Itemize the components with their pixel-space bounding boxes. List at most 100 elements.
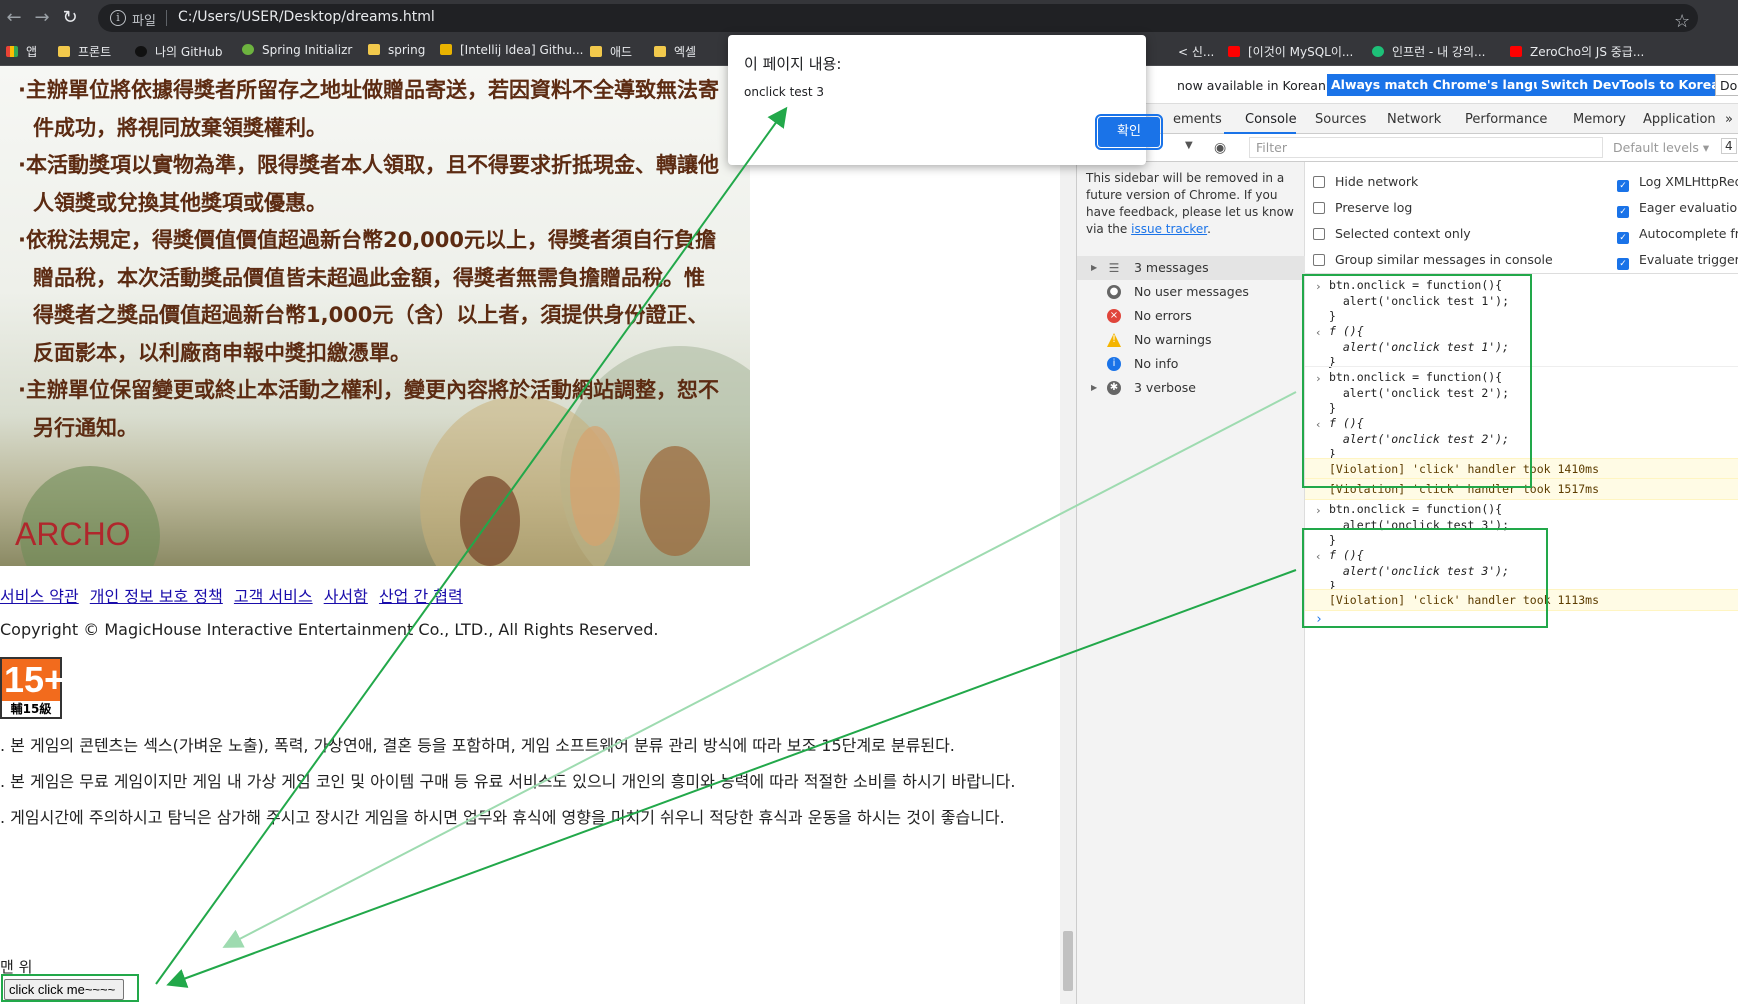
page-scrollbar[interactable] [1060, 66, 1076, 1004]
sidebar-item-errors[interactable]: × No errors [1077, 304, 1305, 328]
tab-memory[interactable]: Memory [1573, 112, 1626, 127]
annotation-box [1, 974, 139, 1002]
bookmark-youtube[interactable]: [이것이 MySQL이... [1228, 43, 1353, 60]
bookmark-apps[interactable]: 앱 [6, 43, 37, 60]
expand-triangle-icon[interactable]: ▶ [1091, 376, 1097, 400]
bookmark-folder[interactable]: 프론트 [58, 43, 111, 60]
hero-banner: ·主辦單位將依據得獎者所留存之地址做贈品寄送，若因資料不全導致無法寄件成功，將視… [0, 66, 750, 566]
sidebar-deprecation-note: This sidebar will be removed in a future… [1086, 171, 1294, 236]
url-separator [166, 10, 167, 26]
inflearn-icon [1372, 46, 1384, 57]
notice-text: . 본 게임은 무료 게임이지만 게임 내 가상 게임 코인 및 아이템 구매 … [0, 772, 1016, 791]
error-icon: × [1107, 309, 1121, 323]
brand-logo: ARCHO [15, 516, 131, 552]
sidebar-item-info[interactable]: i No info [1077, 352, 1305, 376]
tab-network[interactable]: Network [1387, 112, 1441, 127]
console-settings: Hide network Preserve log Selected conte… [1305, 162, 1738, 274]
tab-elements[interactable]: ements [1173, 112, 1222, 127]
evaluate-triggers-checkbox[interactable]: ✓ Evaluate triggers [1617, 252, 1738, 270]
notice-text: . 본 게임의 콘텐츠는 섹스(가벼운 노출), 폭력, 가상연애, 결혼 등을… [0, 736, 955, 755]
issues-counter[interactable]: 4 [1721, 138, 1737, 154]
bug-icon: ✱ [1107, 381, 1121, 395]
log-xhr-checkbox[interactable]: ✓ Log XMLHttpReq [1617, 174, 1738, 192]
bookmark-intellij[interactable]: [Intellij Idea] Githu... [440, 43, 583, 57]
language-banner: now available in Korean! Always match Ch… [1077, 66, 1738, 104]
event-terms: ·主辦單位將依據得獎者所留存之地址做贈品寄送，若因資料不全導致無法寄件成功，將視… [18, 72, 724, 447]
link-support[interactable]: 고객 서비스 [234, 587, 313, 606]
footer-links: 서비스 약관 개인 정보 보호 정책 고객 서비스 사서함 산업 간 협력 [0, 583, 469, 607]
alert-message: onclick test 3 [744, 85, 825, 99]
forward-arrow-icon[interactable]: → [30, 6, 54, 30]
live-expression-eye-icon[interactable]: ◉ [1214, 140, 1226, 156]
input-chevron-icon: › [1315, 504, 1322, 517]
url-scheme: 파일 [132, 14, 156, 29]
browser-toolbar: ← → ↻ i 파일 C:/Users/USER/Desktop/dreams.… [0, 0, 1738, 36]
event-term: ·本活動獎項以實物為準，限得獎者本人領取，且不得要求折抵現金、轉讓他人領獎或兌換… [18, 153, 719, 215]
bookmark-github[interactable]: 나의 GitHub [135, 43, 222, 60]
link-mailbox[interactable]: 사서함 [324, 587, 368, 606]
bookmark-star-icon[interactable]: ☆ [1674, 10, 1698, 34]
url-text[interactable]: C:/Users/USER/Desktop/dreams.html [178, 9, 435, 25]
log-levels-dropdown[interactable]: Default levels ▾ [1613, 140, 1709, 155]
bookmark-spring[interactable]: spring [368, 43, 425, 57]
hero-character [640, 446, 710, 556]
event-term: ·依稅法規定，得獎價值價值超過新台幣20,000元以上，得獎者須自行負擔贈品稅，… [18, 228, 717, 365]
link-privacy[interactable]: 개인 정보 보호 정책 [90, 587, 223, 606]
folder-icon [590, 46, 602, 57]
rating-label: 輔15級 [10, 702, 52, 716]
age-rating-badge: 15+ 輔15級 [0, 657, 66, 719]
bookmark-item[interactable]: < 신... [1178, 43, 1214, 60]
context-dropdown-icon[interactable]: ▼ [1185, 140, 1193, 151]
eager-evaluation-checkbox[interactable]: ✓ Eager evaluation [1617, 200, 1738, 218]
bookmark-youtube[interactable]: ZeroCho의 JS 중급... [1510, 43, 1644, 60]
tab-application[interactable]: Application [1643, 112, 1716, 127]
github-icon [135, 46, 147, 57]
tab-performance[interactable]: Performance [1465, 112, 1547, 127]
hide-network-checkbox[interactable]: Hide network [1313, 174, 1418, 189]
group-similar-checkbox[interactable]: Group similar messages in console [1313, 252, 1553, 267]
alert-dialog: 이 페이지 내용: onclick test 3 [728, 35, 1146, 165]
console-sidebar: This sidebar will be removed in a future… [1077, 162, 1305, 1004]
spring-icon [242, 44, 254, 55]
switch-korean-button[interactable]: Switch DevTools to Korean [1537, 74, 1733, 96]
info-icon: i [1107, 357, 1121, 371]
sidebar-item-verbose[interactable]: ▶ ✱ 3 verbose [1077, 376, 1305, 400]
bookmark-spring-initializr[interactable]: Spring Initializr [242, 43, 352, 57]
match-language-button[interactable]: Always match Chrome's language [1327, 74, 1572, 96]
bookmark-folder[interactable]: 엑셀 [654, 43, 696, 60]
reload-icon[interactable]: ↻ [58, 6, 82, 30]
tab-console[interactable]: Console [1245, 112, 1297, 127]
address-bar[interactable]: i 파일 C:/Users/USER/Desktop/dreams.html ☆ [98, 4, 1698, 32]
alert-ok-button[interactable]: 확인 [1095, 114, 1163, 150]
link-partnership[interactable]: 산업 간 협력 [379, 587, 463, 606]
dont-show-button[interactable]: Don [1715, 74, 1738, 96]
link-terms[interactable]: 서비스 약관 [0, 587, 79, 606]
tab-sources[interactable]: Sources [1315, 112, 1366, 127]
bookmark-folder[interactable]: 애드 [590, 43, 632, 60]
sidebar-item-warnings[interactable]: ! No warnings [1077, 328, 1305, 352]
sidebar-item-messages[interactable]: ▶ ☰ 3 messages [1077, 256, 1305, 280]
console-toolbar: ▼ ◉ Filter Default levels ▾ 4 [1077, 134, 1738, 162]
rating-age: 15+ [2, 659, 66, 701]
selected-context-checkbox[interactable]: Selected context only [1313, 226, 1471, 241]
apps-grid-icon [6, 46, 18, 57]
back-arrow-icon[interactable]: ← [2, 6, 26, 30]
issue-tracker-link[interactable]: issue tracker [1131, 222, 1207, 236]
preserve-log-checkbox[interactable]: Preserve log [1313, 200, 1412, 215]
filter-input[interactable]: Filter [1249, 137, 1603, 158]
list-icon: ☰ [1108, 261, 1120, 275]
bookmark-inflearn[interactable]: 인프런 - 내 강의... [1372, 43, 1485, 60]
notice-text: . 게임시간에 주의하시고 탐닉은 삼가해 주시고 장시간 게임을 하시면 업무… [0, 808, 1005, 827]
web-page: ·主辦單位將依據得獎者所留存之地址做贈品寄送，若因資料不全導致無法寄件成功，將視… [0, 66, 1058, 1004]
scrollbar-thumb[interactable] [1063, 931, 1073, 991]
autocomplete-checkbox[interactable]: ✓ Autocomplete fro [1617, 226, 1738, 244]
devtools-tabs: ements Console Sources Network Performan… [1077, 104, 1738, 134]
folder-icon [368, 44, 380, 55]
site-info-icon[interactable]: i [110, 10, 126, 26]
alert-title: 이 페이지 내용: [744, 55, 842, 73]
annotation-box [1302, 528, 1548, 628]
sidebar-item-user-messages[interactable]: ● No user messages [1077, 280, 1305, 304]
expand-triangle-icon[interactable]: ▶ [1091, 256, 1097, 280]
hero-character [460, 476, 520, 566]
more-tabs-icon[interactable]: » [1725, 112, 1733, 127]
